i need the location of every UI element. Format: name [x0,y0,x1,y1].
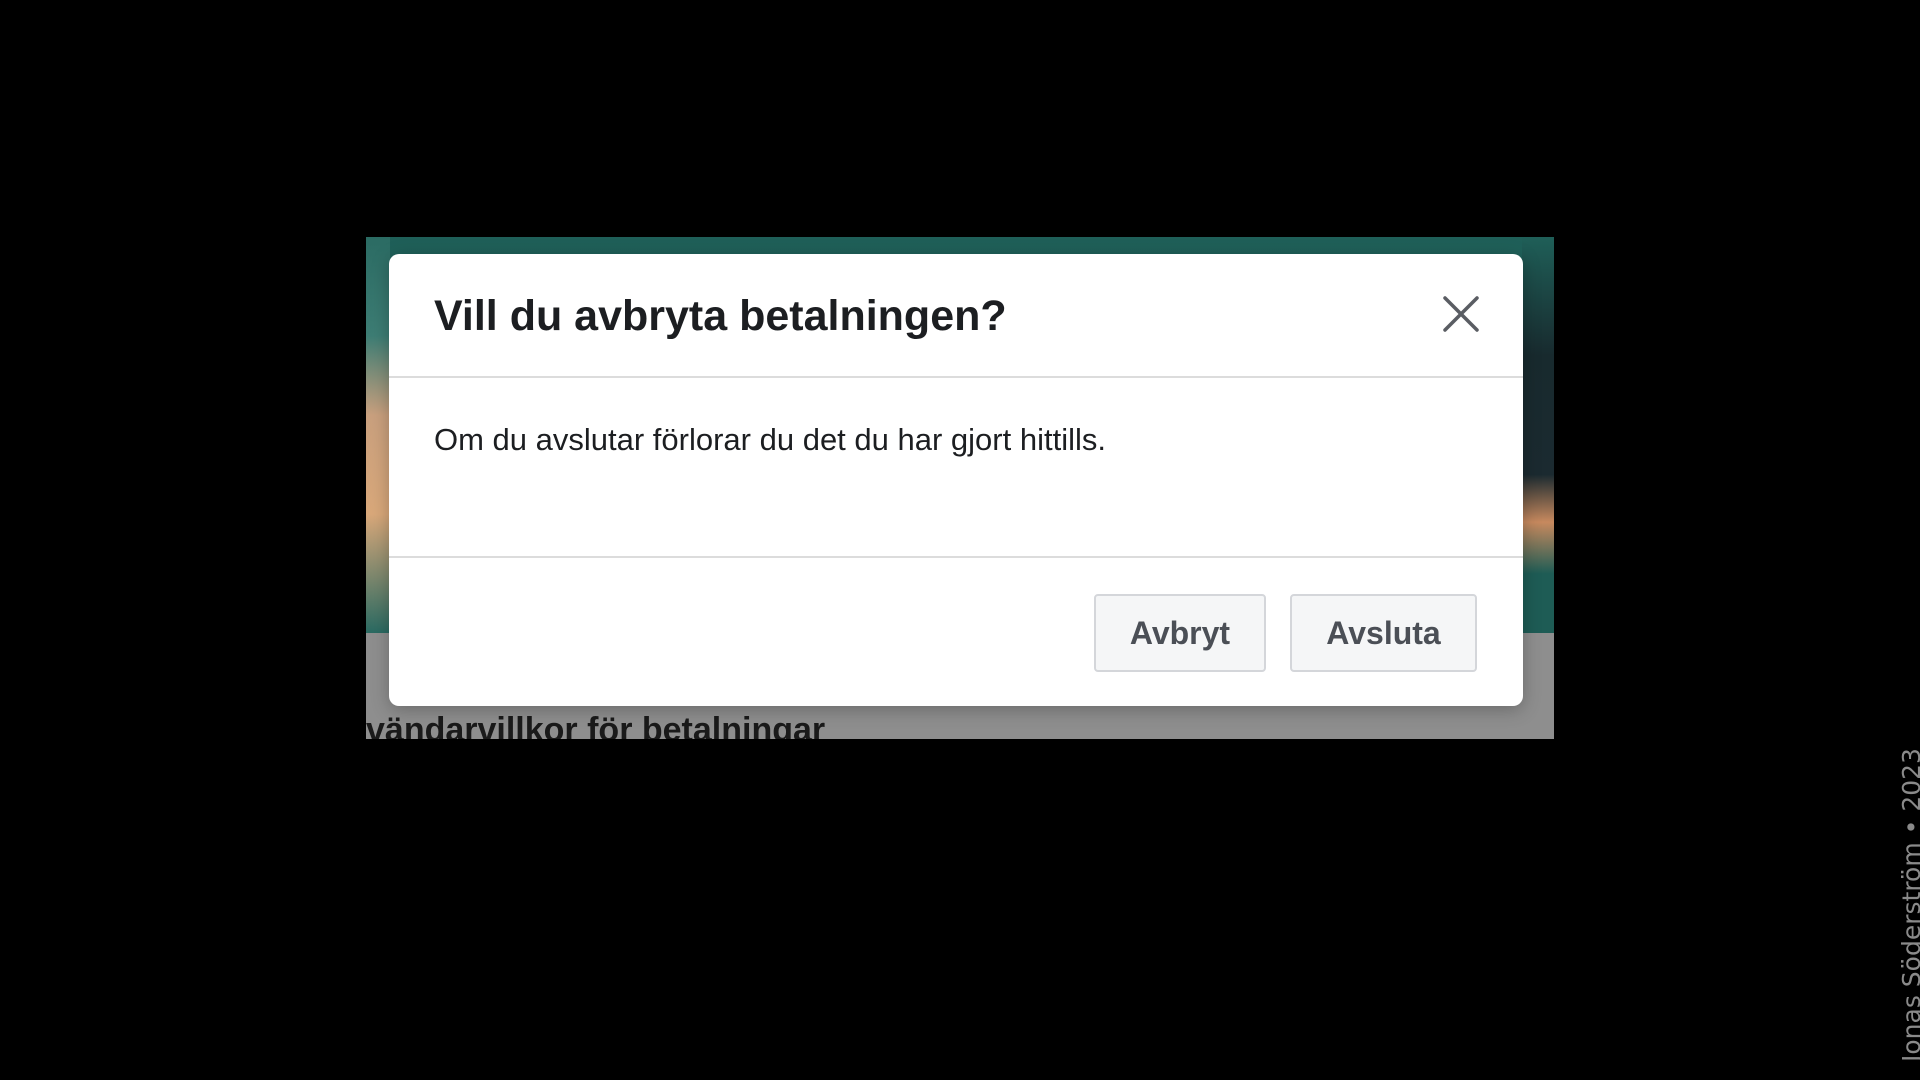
author-credit: Jonas Söderström • 2023 [1897,748,1920,1062]
dialog-body: Om du avslutar förlorar du det du har gj… [389,378,1523,558]
cancel-payment-dialog: Vill du avbryta betalningen? Om du avslu… [389,254,1523,706]
dialog-header: Vill du avbryta betalningen? [389,254,1523,378]
dialog-title: Vill du avbryta betalningen? [434,292,1007,340]
close-icon [1443,296,1479,332]
background-image-left-edge [366,237,390,633]
close-button[interactable] [1439,292,1483,336]
background-image-right-edge [1522,237,1554,633]
dialog-footer: Avbryt Avsluta [389,558,1523,706]
background-heading: vändarvillkor för betalningar [366,711,826,739]
dialog-message: Om du avslutar förlorar du det du har gj… [434,422,1106,457]
cancel-button[interactable]: Avbryt [1094,594,1266,672]
exit-button[interactable]: Avsluta [1290,594,1477,672]
